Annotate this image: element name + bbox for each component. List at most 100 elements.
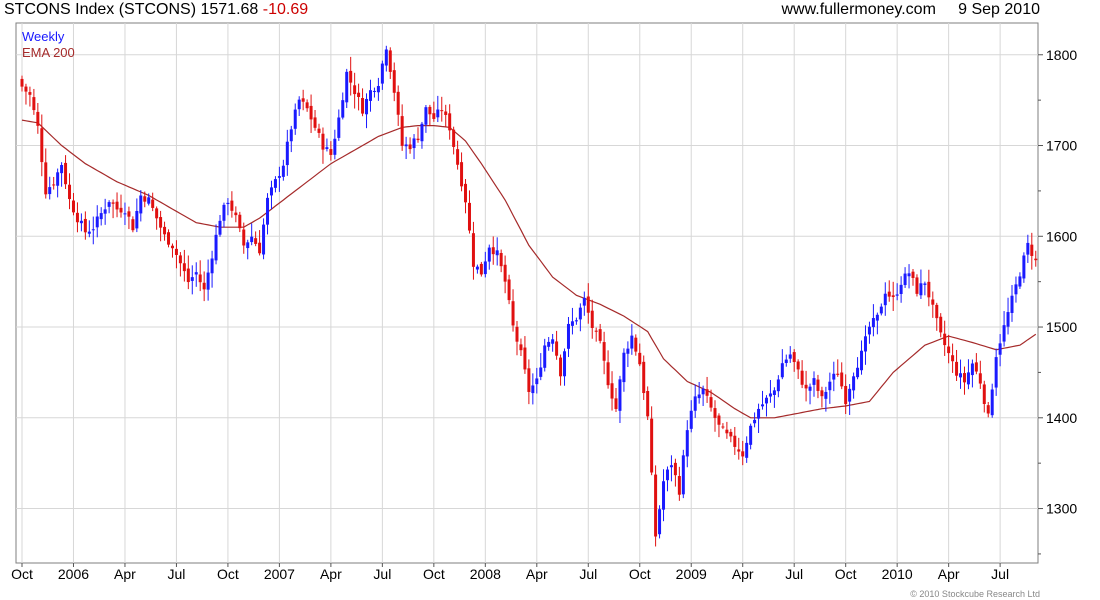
- candle-body: [305, 102, 309, 109]
- x-tick-label: Apr: [320, 566, 342, 582]
- candle-body: [491, 247, 495, 255]
- candle-body: [547, 341, 551, 347]
- x-tick-label: Oct: [629, 566, 651, 582]
- candle-body: [32, 97, 36, 111]
- x-tick-label: 2008: [470, 566, 501, 582]
- legend-ema: EMA 200: [22, 45, 75, 60]
- copyright-text: © 2010 Stockcube Research Ltd: [910, 589, 1040, 599]
- candle-body: [764, 397, 768, 404]
- candle-body: [115, 201, 119, 210]
- candle-body: [432, 113, 436, 119]
- candle-body: [745, 442, 749, 458]
- candle-body: [757, 408, 761, 419]
- candle-body: [911, 271, 915, 278]
- candle-body: [254, 238, 258, 244]
- candle-body: [820, 390, 824, 397]
- candle-body: [634, 337, 638, 352]
- candle-body: [626, 348, 630, 354]
- candle-body: [891, 295, 895, 298]
- candle-body: [269, 187, 273, 196]
- candle-body: [776, 379, 780, 392]
- candle-body: [167, 232, 171, 245]
- candle-body: [650, 418, 654, 473]
- candle-body: [396, 91, 400, 115]
- candle-body: [250, 236, 254, 243]
- candle-body: [400, 116, 404, 146]
- candle-body: [246, 242, 250, 249]
- y-tick-label: 1500: [1046, 319, 1077, 335]
- candle-body: [44, 162, 48, 195]
- candle-body: [863, 336, 867, 352]
- candle-body: [753, 419, 757, 424]
- candle-body: [638, 352, 642, 365]
- candle-body: [574, 320, 578, 322]
- candle-body: [71, 200, 75, 213]
- x-tick-label: Oct: [217, 566, 239, 582]
- candle-body: [566, 323, 570, 349]
- candle-body: [384, 49, 388, 66]
- x-tick-label: Jul: [785, 566, 803, 582]
- candle-body: [563, 351, 567, 377]
- candle-body: [444, 111, 448, 115]
- candle-body: [313, 117, 317, 128]
- candle-body: [131, 219, 135, 231]
- candle-body: [622, 352, 626, 383]
- candle-body: [230, 200, 234, 211]
- candle-body: [262, 224, 266, 255]
- candle-body: [36, 111, 40, 126]
- candle-body: [535, 378, 539, 385]
- candle-body: [903, 273, 907, 286]
- candle-body: [729, 431, 733, 437]
- candle-body: [990, 389, 994, 416]
- candle-body: [749, 425, 753, 445]
- candle-body: [761, 404, 765, 407]
- candle-body: [662, 481, 666, 510]
- candle-body: [317, 128, 321, 133]
- candle-body: [800, 370, 804, 385]
- candle-body: [943, 333, 947, 346]
- candle-body: [1014, 284, 1018, 295]
- candle-body: [436, 109, 440, 118]
- candle-body: [337, 117, 341, 138]
- candle-body: [974, 362, 978, 372]
- candle-body: [163, 226, 167, 235]
- candle-body: [226, 202, 230, 205]
- candle-body: [570, 321, 574, 326]
- candle-body: [460, 162, 464, 187]
- x-tick-label: Apr: [938, 566, 960, 582]
- candle-body: [365, 98, 369, 115]
- candle-body: [321, 133, 325, 150]
- candle-body: [214, 234, 218, 261]
- candle-body: [669, 465, 673, 468]
- candle-body: [60, 165, 64, 174]
- candle-body: [333, 138, 337, 155]
- candle-body: [388, 50, 392, 72]
- candle-body: [923, 283, 927, 285]
- candle-body: [1018, 276, 1022, 287]
- candle-body: [642, 361, 646, 394]
- candle-body: [412, 138, 416, 149]
- candle-body: [471, 233, 475, 267]
- y-tick-label: 1700: [1046, 138, 1077, 154]
- candle-body: [689, 410, 693, 429]
- candle-body: [939, 316, 943, 333]
- candle-body: [832, 373, 836, 380]
- candle-body: [658, 509, 662, 535]
- x-tick-label: Jul: [373, 566, 391, 582]
- candle-body: [693, 396, 697, 411]
- candle-body: [883, 293, 887, 306]
- candle-body: [840, 372, 844, 387]
- candle-body: [495, 250, 499, 256]
- candle-body: [705, 389, 709, 396]
- candle-body: [986, 405, 990, 414]
- candle-body: [1022, 255, 1026, 279]
- candle-body: [962, 373, 966, 383]
- candle-body: [824, 391, 828, 399]
- candle-body: [273, 179, 277, 188]
- candle-body: [178, 255, 182, 264]
- candle-body: [452, 129, 456, 147]
- candle-body: [309, 105, 313, 120]
- x-tick-label: Apr: [732, 566, 754, 582]
- candle-body: [507, 279, 511, 301]
- candle-body: [345, 71, 349, 103]
